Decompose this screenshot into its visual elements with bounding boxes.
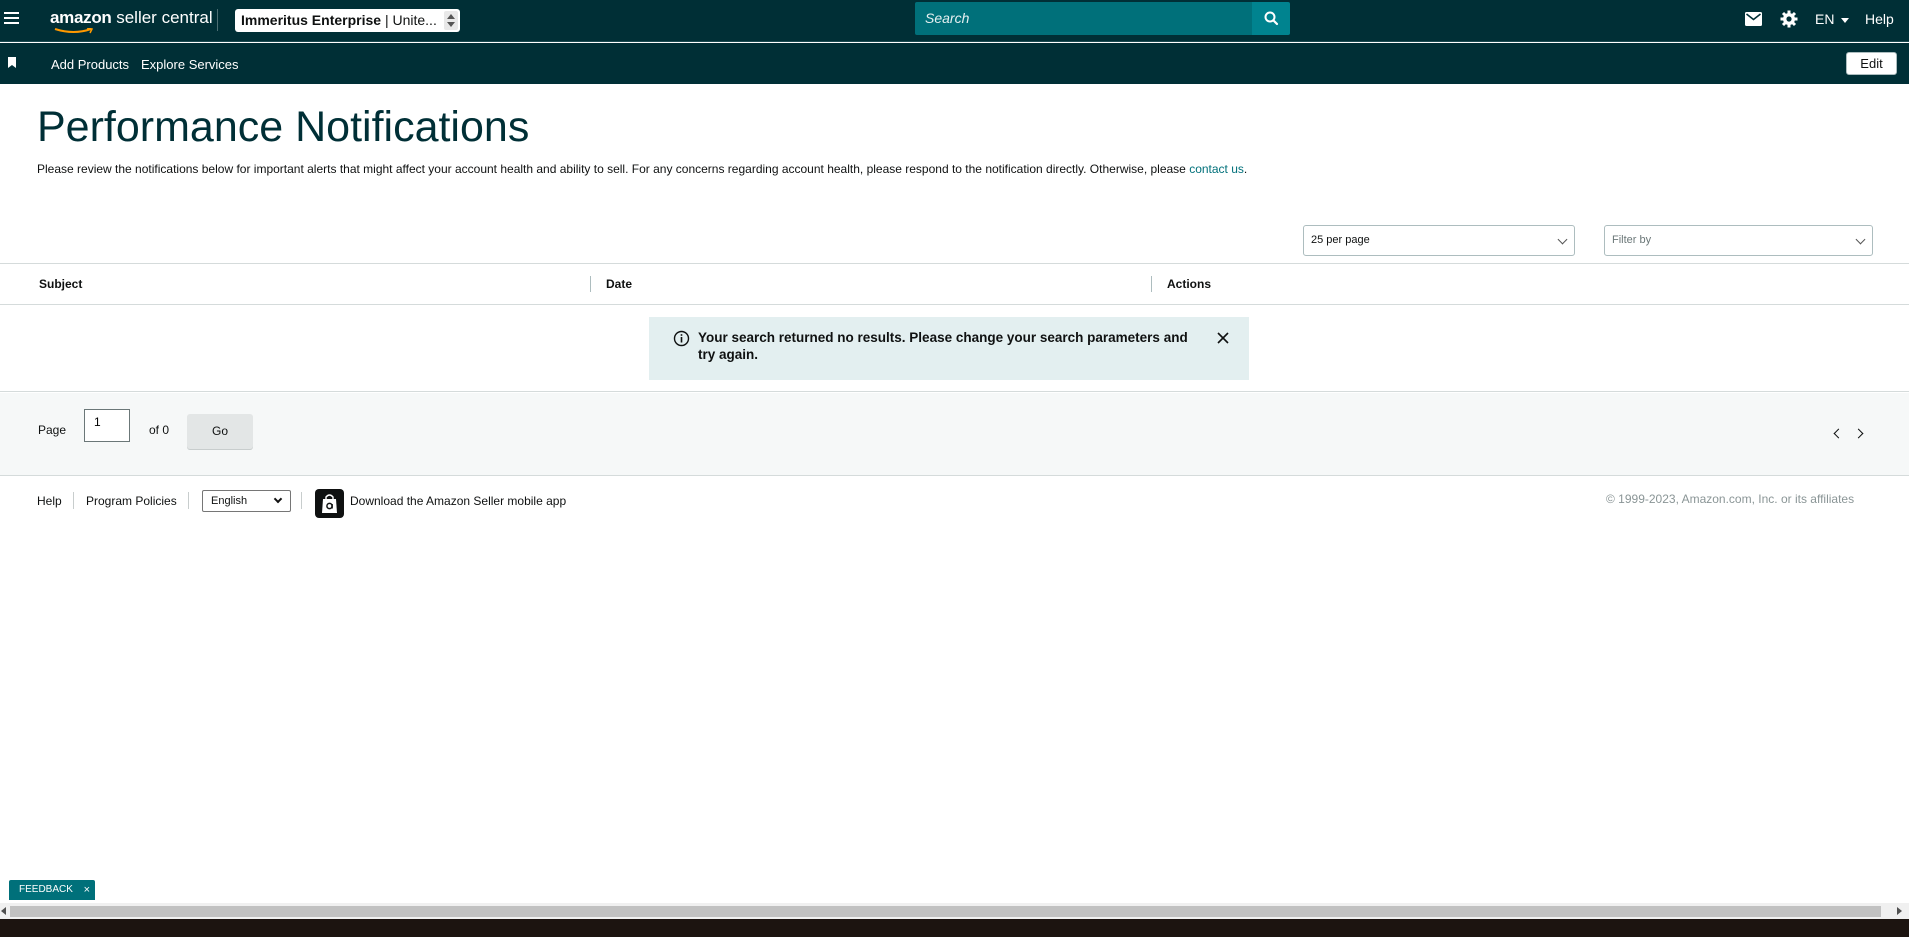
account-switcher[interactable]: Immeritus Enterprise | Unite...: [235, 9, 460, 32]
program-policies-link[interactable]: Program Policies: [86, 494, 177, 508]
search-input[interactable]: [915, 2, 1252, 35]
info-icon: [673, 330, 690, 347]
horizontal-scrollbar[interactable]: [0, 903, 1909, 919]
page-count-label: of 0: [149, 423, 170, 437]
account-region: | Unite...: [381, 12, 437, 28]
feedback-button[interactable]: FEEDBACK ×: [9, 880, 95, 900]
copyright-text: © 1999-2023, Amazon.com, Inc. or its aff…: [1606, 492, 1855, 506]
help-link[interactable]: Help: [1865, 11, 1894, 27]
search-button[interactable]: [1252, 2, 1290, 35]
contact-us-link[interactable]: contact us: [1189, 162, 1244, 176]
no-results-alert: Your search returned no results. Please …: [649, 317, 1249, 380]
os-taskbar: [0, 919, 1909, 937]
no-results-message: Your search returned no results. Please …: [698, 330, 1188, 362]
footer-divider: [73, 492, 74, 509]
account-stepper-icon[interactable]: [444, 11, 458, 30]
bookmarks-bar: Add Products Explore Services Edit: [0, 43, 1909, 84]
chevron-left-icon[interactable]: [1833, 428, 1844, 439]
top-navigation: amazon seller central Immeritus Enterpri…: [0, 0, 1909, 42]
footer-divider: [301, 492, 302, 509]
mail-icon[interactable]: [1745, 12, 1762, 26]
column-header-date[interactable]: Date: [606, 277, 632, 291]
chevron-down-icon: [1855, 234, 1866, 245]
per-page-value: 25 per page: [1311, 234, 1370, 246]
column-header-subject[interactable]: Subject: [39, 277, 82, 291]
menu-icon[interactable]: [4, 12, 19, 26]
filter-select[interactable]: Filter by: [1604, 225, 1873, 256]
column-header-actions: Actions: [1167, 277, 1212, 291]
edit-button[interactable]: Edit: [1846, 52, 1897, 75]
scrollbar-thumb[interactable]: [10, 906, 1881, 917]
chevron-down-icon: [1841, 18, 1849, 23]
search-icon: [1264, 11, 1279, 26]
chevron-right-icon[interactable]: [1853, 428, 1864, 439]
intro-text: Please review the notifications below fo…: [37, 161, 1267, 178]
amazon-smile-icon: [54, 28, 94, 34]
seller-app-icon[interactable]: [315, 489, 344, 518]
footer-language-value: English: [211, 495, 248, 507]
chevron-down-icon: [1557, 234, 1568, 245]
close-icon[interactable]: ×: [84, 880, 90, 900]
footer-language-select[interactable]: English: [202, 490, 291, 512]
column-divider: [590, 276, 591, 292]
go-button[interactable]: Go: [187, 414, 253, 449]
download-app-link[interactable]: Download the Amazon Seller mobile app: [350, 494, 566, 508]
bookmark-icon[interactable]: [8, 57, 16, 68]
intro-body: Please review the notifications below fo…: [37, 162, 1190, 176]
shopping-bag-icon: [322, 494, 337, 513]
table-header: Subject Date Actions: [0, 263, 1909, 305]
add-products-link[interactable]: Add Products: [51, 57, 129, 72]
pagination-bar: Page of 0 Go: [0, 393, 1909, 476]
page-number-input[interactable]: [84, 409, 130, 442]
gear-icon[interactable]: [1780, 10, 1798, 28]
footer-help-link[interactable]: Help: [37, 494, 62, 508]
intro-end: .: [1243, 162, 1248, 176]
filter-placeholder: Filter by: [1612, 234, 1652, 246]
close-icon[interactable]: [1216, 331, 1230, 345]
page-label: Page: [38, 423, 67, 437]
seller-central-logo[interactable]: amazon seller central: [50, 7, 213, 29]
language-selector[interactable]: EN: [1815, 11, 1834, 27]
page-title: Performance Notifications: [37, 103, 530, 151]
feedback-label: FEEDBACK: [19, 884, 73, 895]
per-page-select[interactable]: 25 per page: [1303, 225, 1575, 256]
scroll-right-icon[interactable]: [1897, 907, 1902, 915]
scroll-left-icon[interactable]: [1, 907, 6, 915]
logo-divider: [217, 9, 218, 31]
explore-services-link[interactable]: Explore Services: [141, 57, 239, 72]
column-divider: [1151, 276, 1152, 292]
account-name: Immeritus Enterprise: [241, 12, 382, 28]
footer-divider: [188, 492, 189, 509]
chevron-down-icon: [273, 494, 283, 504]
